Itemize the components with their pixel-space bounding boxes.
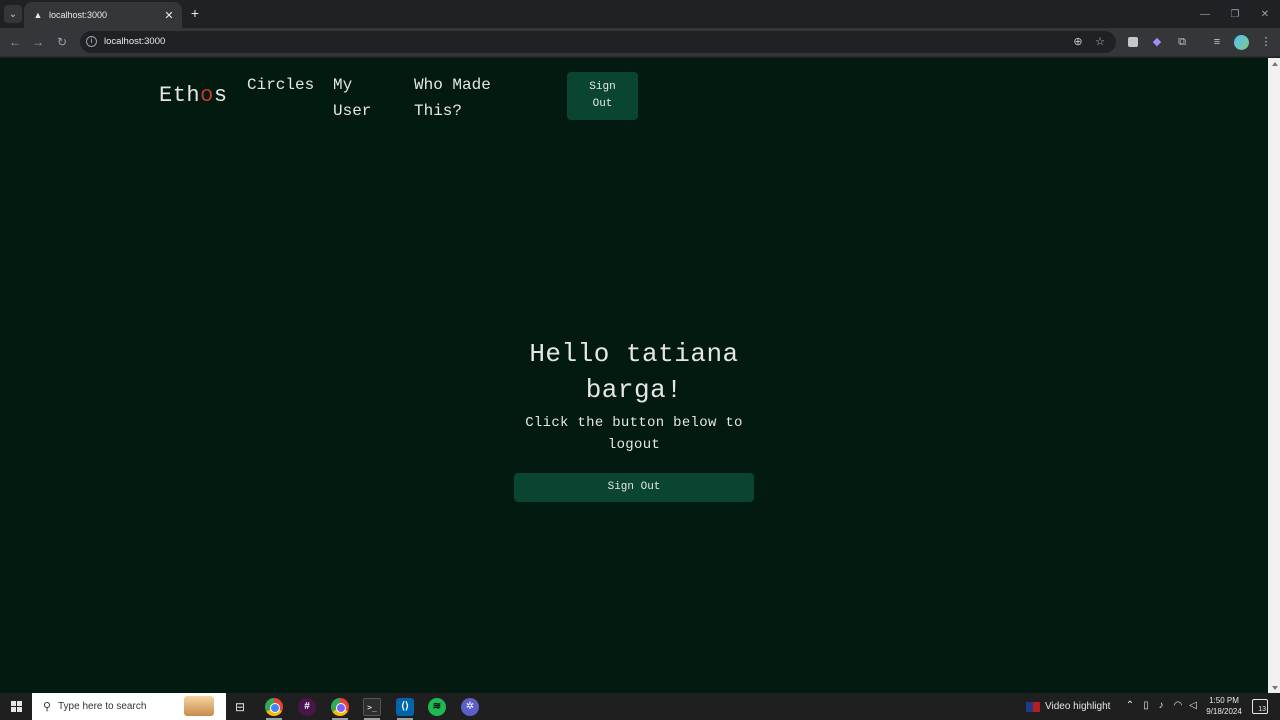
media-queue-icon[interactable]: ≡ bbox=[1209, 34, 1225, 50]
nav-link-my-user[interactable]: My User bbox=[333, 72, 393, 124]
app-icon[interactable]: ✲ bbox=[461, 698, 479, 716]
clock-time: 1:50 PM bbox=[1209, 696, 1239, 705]
video-highlight-widget[interactable]: Video highlight bbox=[1045, 701, 1110, 712]
restore-icon[interactable]: ❐ bbox=[1220, 0, 1250, 28]
taskbar-clock[interactable]: 1:50 PM 9/18/2024 bbox=[1200, 695, 1248, 717]
scroll-down-arrow-icon[interactable] bbox=[1272, 686, 1278, 690]
search-highlight-illustration-icon bbox=[184, 696, 214, 716]
address-bar[interactable]: i localhost:3000 ⊕ ☆ bbox=[80, 31, 1116, 53]
forward-arrow-icon[interactable]: → bbox=[30, 34, 46, 50]
reload-icon[interactable]: ↻ bbox=[54, 34, 70, 50]
zoom-magnifier-icon[interactable]: ⊕ bbox=[1070, 34, 1086, 50]
taskbar-search-box[interactable]: ⚲ Type here to search bbox=[32, 693, 226, 720]
tray-chevron-up-icon[interactable]: ⌃ bbox=[1124, 700, 1136, 712]
close-window-icon[interactable]: ✕ bbox=[1250, 0, 1280, 28]
brand-accent-letter: o bbox=[200, 83, 214, 108]
notification-count: 13 bbox=[1258, 706, 1266, 713]
brand-prefix: Eth bbox=[159, 83, 201, 108]
nav-link-circles[interactable]: Circles bbox=[247, 72, 329, 98]
spotify-icon[interactable]: ≋ bbox=[428, 698, 446, 716]
windows-taskbar: ⚲ Type here to search ⊟ # >_ ⟨⟩ ≋ ✲ Vide… bbox=[0, 693, 1280, 720]
browser-tabstrip: ⌄ ▲ localhost:3000 ✕ + — ❐ ✕ bbox=[0, 0, 1280, 28]
tray-battery-icon[interactable]: ▯ bbox=[1140, 700, 1152, 712]
nav-sign-out-button[interactable]: Sign Out bbox=[567, 72, 638, 120]
mlb-logo-icon bbox=[1026, 702, 1040, 712]
sign-out-button[interactable]: Sign Out bbox=[514, 473, 754, 502]
extension-purple-icon[interactable]: ◆ bbox=[1149, 34, 1165, 50]
chrome-menu-icon[interactable]: ⋮ bbox=[1258, 34, 1274, 50]
triangle-favicon-icon: ▲ bbox=[33, 10, 43, 20]
page-scrollbar[interactable] bbox=[1268, 58, 1280, 693]
page-viewport: Ethos Circles My User Who Made This? Sig… bbox=[0, 58, 1268, 693]
notification-center-icon[interactable]: 13 bbox=[1252, 699, 1268, 714]
chrome-icon[interactable] bbox=[265, 698, 283, 716]
bookmark-star-icon[interactable]: ☆ bbox=[1092, 34, 1108, 50]
brand-suffix: s bbox=[213, 83, 228, 108]
browser-toolbar: ← → ↻ i localhost:3000 ⊕ ☆ ◆ ⧉ ≡ ⋮ bbox=[0, 28, 1280, 57]
tray-microphone-icon[interactable]: ♪ bbox=[1155, 700, 1167, 712]
new-tab-plus-icon[interactable]: + bbox=[188, 5, 202, 21]
tab-close-icon[interactable]: ✕ bbox=[162, 9, 176, 22]
tab-search-chevron-icon[interactable]: ⌄ bbox=[4, 5, 22, 23]
site-info-icon[interactable]: i bbox=[86, 36, 97, 47]
back-arrow-icon[interactable]: ← bbox=[7, 34, 23, 50]
scroll-up-arrow-icon[interactable] bbox=[1272, 62, 1278, 66]
extensions-puzzle-icon[interactable]: ⧉ bbox=[1174, 34, 1190, 50]
url-text[interactable]: localhost:3000 bbox=[104, 36, 165, 47]
window-controls: — ❐ ✕ bbox=[1190, 0, 1280, 28]
windows-start-button[interactable] bbox=[0, 693, 32, 720]
slack-icon[interactable]: # bbox=[298, 698, 316, 716]
tray-wifi-icon[interactable]: ◠ bbox=[1172, 700, 1184, 712]
nav-link-who-made-this[interactable]: Who Made This? bbox=[414, 72, 524, 124]
task-view-icon[interactable]: ⊟ bbox=[231, 698, 249, 716]
logout-instruction: Click the button below to logout bbox=[525, 415, 743, 453]
browser-tab-active[interactable]: ▲ localhost:3000 ✕ bbox=[24, 2, 182, 28]
profile-avatar[interactable] bbox=[1234, 35, 1249, 50]
clock-date: 9/18/2024 bbox=[1206, 707, 1242, 716]
tray-volume-icon[interactable]: ◁ bbox=[1187, 700, 1199, 712]
chrome-profile-icon[interactable] bbox=[331, 698, 349, 716]
tab-title: localhost:3000 bbox=[49, 10, 108, 20]
windows-start-icon bbox=[10, 701, 22, 712]
search-icon: ⚲ bbox=[42, 701, 52, 713]
vscode-icon[interactable]: ⟨⟩ bbox=[396, 698, 414, 716]
brand-logo[interactable]: Ethos bbox=[159, 83, 228, 108]
greeting-heading: Hello tatiana barga! bbox=[529, 339, 739, 405]
terminal-icon[interactable]: >_ bbox=[363, 698, 381, 716]
extension-square-icon[interactable] bbox=[1128, 37, 1138, 47]
minimize-icon[interactable]: — bbox=[1190, 0, 1220, 28]
